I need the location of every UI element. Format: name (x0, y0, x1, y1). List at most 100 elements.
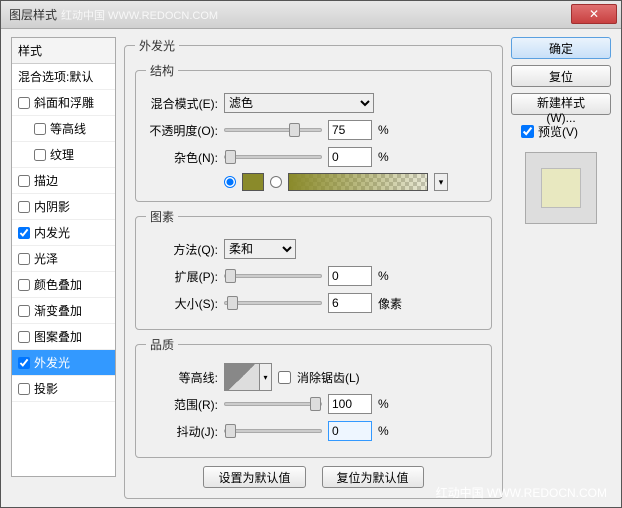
preview-swatch (541, 168, 581, 208)
range-label: 范围(R): (146, 396, 218, 413)
sidebar-checkbox-7[interactable] (18, 253, 30, 265)
right-panel: 确定 复位 新建样式(W)... 预览(V) (511, 37, 611, 477)
sidebar-checkbox-2[interactable] (34, 123, 46, 135)
sidebar-label-12: 投影 (34, 380, 58, 397)
range-input[interactable] (328, 394, 372, 414)
technique-label: 方法(Q): (146, 241, 218, 258)
ok-button[interactable]: 确定 (511, 37, 611, 59)
sidebar-label-10: 图案叠加 (34, 328, 82, 345)
main-panel: 外发光 结构 混合模式(E): 滤色 不透明度(O): % 杂色(N): (116, 37, 511, 477)
preview-box (525, 152, 597, 224)
jitter-unit: % (378, 424, 408, 438)
sidebar-item-1[interactable]: 斜面和浮雕 (12, 90, 115, 116)
sidebar-item-5[interactable]: 内阴影 (12, 194, 115, 220)
window-title: 图层样式 (9, 6, 57, 23)
technique-select[interactable]: 柔和 (224, 239, 296, 259)
structure-legend: 结构 (146, 62, 178, 79)
noise-unit: % (378, 150, 408, 164)
sidebar-item-8[interactable]: 颜色叠加 (12, 272, 115, 298)
quality-legend: 品质 (146, 336, 178, 353)
sidebar-item-2[interactable]: 等高线 (12, 116, 115, 142)
layer-style-dialog: 图层样式 红动中国 WWW.REDOCN.COM ✕ 样式 混合选项:默认斜面和… (0, 0, 622, 508)
opacity-label: 不透明度(O): (146, 122, 218, 139)
sidebar-checkbox-9[interactable] (18, 305, 30, 317)
set-default-button[interactable]: 设置为默认值 (203, 466, 305, 488)
sidebar-checkbox-11[interactable] (18, 357, 30, 369)
sidebar-label-4: 描边 (34, 172, 58, 189)
sidebar-item-11[interactable]: 外发光 (12, 350, 115, 376)
spread-input[interactable] (328, 266, 372, 286)
range-unit: % (378, 397, 408, 411)
blend-mode-label: 混合模式(E): (146, 95, 218, 112)
sidebar-item-7[interactable]: 光泽 (12, 246, 115, 272)
sidebar-label-11: 外发光 (34, 354, 70, 371)
cancel-button[interactable]: 复位 (511, 65, 611, 87)
jitter-slider[interactable] (224, 429, 322, 433)
antialias-checkbox[interactable] (278, 371, 291, 384)
sidebar-checkbox-8[interactable] (18, 279, 30, 291)
noise-label: 杂色(N): (146, 149, 218, 166)
panel-title: 外发光 (135, 37, 179, 54)
sidebar-checkbox-12[interactable] (18, 383, 30, 395)
watermark-bottom: 红动中国 WWW.REDOCN.COM (436, 484, 607, 501)
sidebar-header[interactable]: 样式 (12, 38, 115, 64)
jitter-input[interactable] (328, 421, 372, 441)
gradient-dropdown-icon[interactable]: ▾ (434, 173, 448, 191)
size-label: 大小(S): (146, 295, 218, 312)
opacity-input[interactable] (328, 120, 372, 140)
new-style-button[interactable]: 新建样式(W)... (511, 93, 611, 115)
contour-dropdown-icon[interactable]: ▾ (260, 363, 272, 391)
preview-checkbox[interactable] (521, 125, 534, 138)
sidebar-checkbox-10[interactable] (18, 331, 30, 343)
noise-input[interactable] (328, 147, 372, 167)
solid-color-radio[interactable] (224, 176, 236, 188)
size-input[interactable] (328, 293, 372, 313)
range-slider[interactable] (224, 402, 322, 406)
quality-group: 品质 等高线: ▾ 消除锯齿(L) 范围(R): (135, 336, 492, 458)
sidebar-label-9: 渐变叠加 (34, 302, 82, 319)
sidebar-item-9[interactable]: 渐变叠加 (12, 298, 115, 324)
gradient-radio[interactable] (270, 176, 282, 188)
sidebar-item-3[interactable]: 纹理 (12, 142, 115, 168)
antialias-label: 消除锯齿(L) (297, 369, 360, 386)
sidebar-item-0[interactable]: 混合选项:默认 (12, 64, 115, 90)
sidebar-label-2: 等高线 (50, 120, 86, 137)
sidebar-checkbox-5[interactable] (18, 201, 30, 213)
noise-slider[interactable] (224, 155, 322, 159)
close-button[interactable]: ✕ (571, 4, 617, 24)
spread-slider[interactable] (224, 274, 322, 278)
size-slider[interactable] (224, 301, 322, 305)
sidebar-label-1: 斜面和浮雕 (34, 94, 94, 111)
opacity-unit: % (378, 123, 408, 137)
gradient-swatch[interactable] (288, 173, 428, 191)
sidebar-item-6[interactable]: 内发光 (12, 220, 115, 246)
jitter-label: 抖动(J): (146, 423, 218, 440)
sidebar-label-6: 内发光 (34, 224, 70, 241)
sidebar-item-12[interactable]: 投影 (12, 376, 115, 402)
color-swatch[interactable] (242, 173, 264, 191)
sidebar-checkbox-4[interactable] (18, 175, 30, 187)
sidebar-item-4[interactable]: 描边 (12, 168, 115, 194)
sidebar-checkbox-1[interactable] (18, 97, 30, 109)
sidebar-item-10[interactable]: 图案叠加 (12, 324, 115, 350)
sidebar-label-0: 混合选项:默认 (18, 68, 93, 85)
opacity-slider[interactable] (224, 128, 322, 132)
titlebar[interactable]: 图层样式 红动中国 WWW.REDOCN.COM ✕ (1, 1, 621, 29)
elements-group: 图素 方法(Q): 柔和 扩展(P): % 大小(S): (135, 208, 492, 330)
styles-sidebar: 样式 混合选项:默认斜面和浮雕等高线纹理描边内阴影内发光光泽颜色叠加渐变叠加图案… (11, 37, 116, 477)
spread-unit: % (378, 269, 408, 283)
blend-mode-select[interactable]: 滤色 (224, 93, 374, 113)
structure-group: 结构 混合模式(E): 滤色 不透明度(O): % 杂色(N): (135, 62, 492, 202)
spread-label: 扩展(P): (146, 268, 218, 285)
sidebar-label-3: 纹理 (50, 146, 74, 163)
sidebar-checkbox-6[interactable] (18, 227, 30, 239)
sidebar-label-8: 颜色叠加 (34, 276, 82, 293)
sidebar-label-5: 内阴影 (34, 198, 70, 215)
reset-default-button[interactable]: 复位为默认值 (322, 466, 424, 488)
sidebar-checkbox-3[interactable] (34, 149, 46, 161)
sidebar-label-7: 光泽 (34, 250, 58, 267)
dialog-body: 样式 混合选项:默认斜面和浮雕等高线纹理描边内阴影内发光光泽颜色叠加渐变叠加图案… (1, 29, 621, 507)
contour-preview[interactable] (224, 363, 260, 391)
size-unit: 像素 (378, 295, 408, 312)
contour-label: 等高线: (146, 369, 218, 386)
